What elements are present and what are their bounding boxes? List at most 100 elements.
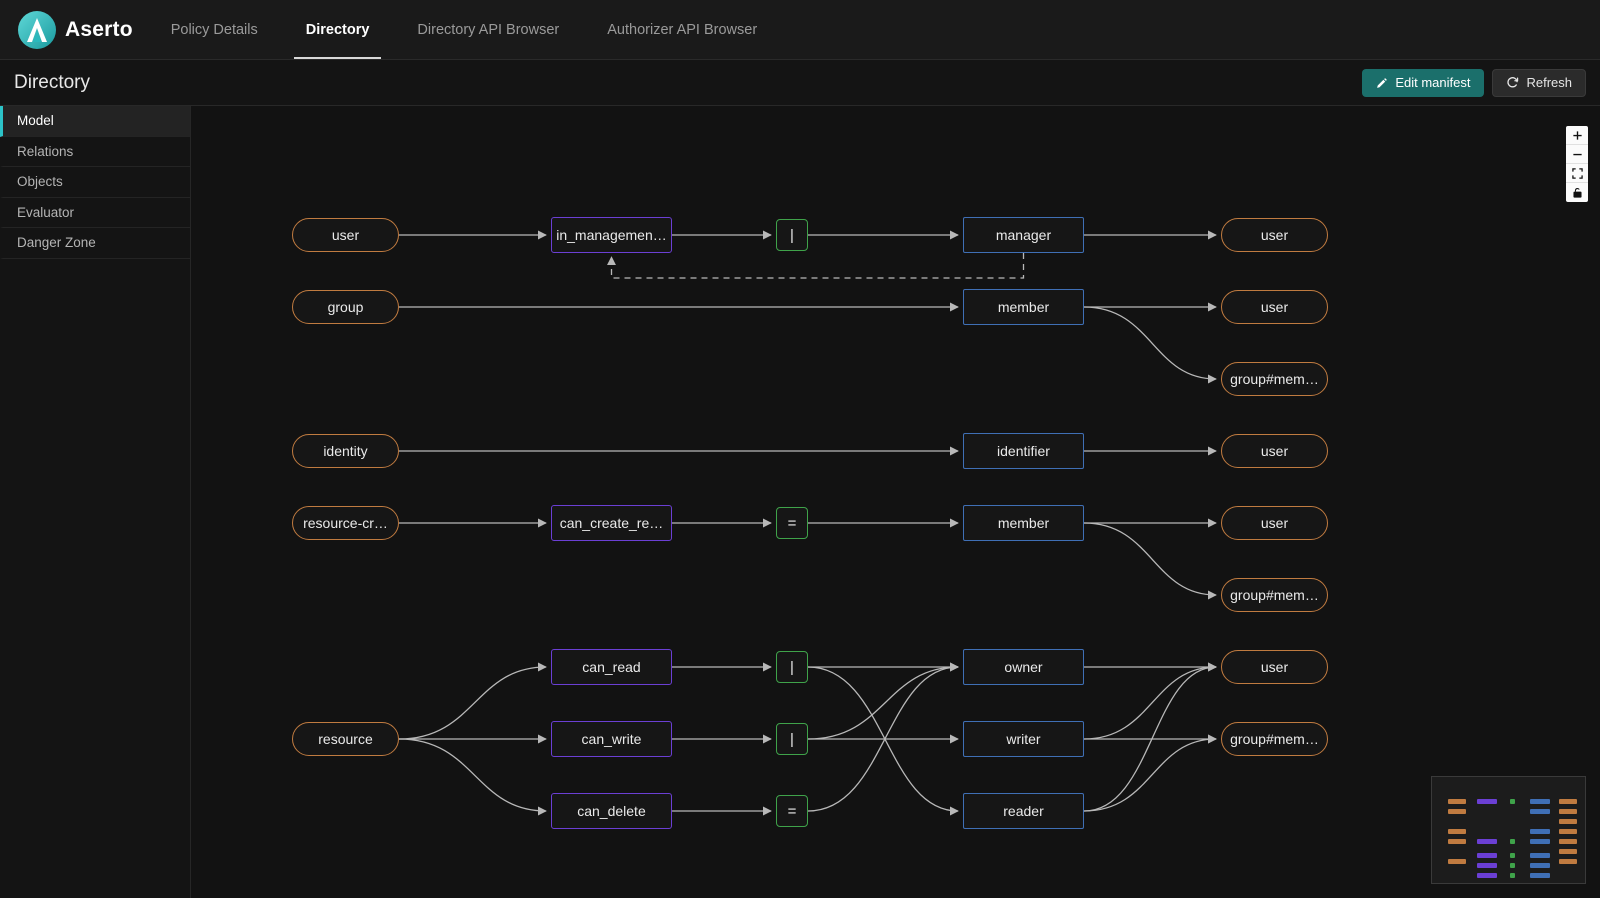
graph-node-label: in_managemen…	[556, 227, 667, 243]
sidebar-item-objects[interactable]: Objects	[0, 167, 190, 198]
graph-node-groupmem3[interactable]: group#mem…	[1221, 722, 1328, 756]
nav-item-authorizer-api-browser[interactable]: Authorizer API Browser	[583, 0, 781, 59]
graph-node-resource[interactable]: resource	[292, 722, 399, 756]
minimap-node	[1510, 853, 1515, 858]
graph-node-label: writer	[1006, 731, 1041, 747]
graph-node-reader[interactable]: reader	[963, 793, 1084, 829]
graph-node-groupmem2[interactable]: group#mem…	[1221, 578, 1328, 612]
minimap-node	[1477, 799, 1497, 804]
minimap-node	[1559, 799, 1577, 804]
minimap-node	[1530, 853, 1550, 858]
graph-node-label: reader	[1003, 803, 1044, 819]
sidebar: Model Relations Objects Evaluator Danger…	[0, 106, 191, 898]
minimap-node	[1530, 873, 1550, 878]
nav-item-directory-api-browser[interactable]: Directory API Browser	[393, 0, 583, 59]
graph-node-identifier[interactable]: identifier	[963, 433, 1084, 469]
graph-node-op4[interactable]: |	[776, 723, 808, 755]
minimap-node	[1477, 853, 1497, 858]
graph-node-label: user	[1260, 659, 1289, 675]
nav-item-policy-details[interactable]: Policy Details	[147, 0, 282, 59]
graph-node-label: group#mem…	[1230, 731, 1319, 747]
graph-node-op3[interactable]: |	[776, 651, 808, 683]
graph-node-groupmem1[interactable]: group#mem…	[1221, 362, 1328, 396]
graph-edge	[398, 662, 547, 740]
minimap-node	[1510, 839, 1515, 844]
nav-item-directory[interactable]: Directory	[282, 0, 394, 59]
edit-manifest-button[interactable]: Edit manifest	[1362, 68, 1485, 97]
graph-node-can_write[interactable]: can_write	[551, 721, 672, 757]
graph-node-op2[interactable]: =	[776, 507, 808, 539]
graph-node-can_create[interactable]: can_create_re…	[551, 505, 672, 541]
refresh-button[interactable]: Refresh	[1492, 68, 1586, 97]
graph-node-label: user	[1260, 443, 1289, 459]
graph-node-op1[interactable]: |	[776, 219, 808, 251]
sidebar-item-evaluator[interactable]: Evaluator	[0, 198, 190, 228]
minimap-node	[1559, 819, 1577, 824]
graph-node-user5[interactable]: user	[1221, 506, 1328, 540]
graph-canvas[interactable]: user in_managemen… | manager user group member…	[191, 106, 1600, 898]
minimap-node	[1530, 863, 1550, 868]
nav-items: Policy Details Directory Directory API B…	[147, 0, 781, 59]
minimap-node	[1510, 799, 1515, 804]
graph-node-label: resource	[318, 731, 373, 747]
graph-node-member2[interactable]: member	[963, 505, 1084, 541]
lock-button[interactable]	[1566, 183, 1588, 202]
graph-node-can_read[interactable]: can_read	[551, 649, 672, 685]
top-navigation-bar: Aserto Policy Details Directory Director…	[0, 0, 1600, 60]
minimap-node	[1559, 809, 1577, 814]
graph-node-label: |	[790, 658, 794, 676]
graph-minimap[interactable]	[1431, 776, 1586, 884]
fit-view-button[interactable]	[1566, 164, 1588, 183]
graph-node-user6[interactable]: user	[1221, 650, 1328, 684]
minimap-node	[1477, 839, 1497, 844]
graph-node-in_management[interactable]: in_managemen…	[551, 217, 672, 253]
graph-node-label: group#mem…	[1230, 371, 1319, 387]
minimap-node	[1510, 873, 1515, 878]
minimap-node	[1448, 829, 1466, 834]
graph-node-label: |	[790, 226, 794, 244]
minimap-node	[1510, 863, 1515, 868]
graph-node-user4[interactable]: user	[1221, 434, 1328, 468]
sidebar-item-model[interactable]: Model	[0, 106, 190, 137]
graph-node-user1[interactable]: user	[292, 218, 399, 252]
minimap-node	[1559, 849, 1577, 854]
graph-node-label: =	[787, 514, 797, 532]
sidebar-item-danger-zone[interactable]: Danger Zone	[0, 228, 190, 259]
graph-node-writer[interactable]: writer	[963, 721, 1084, 757]
graph-node-member1[interactable]: member	[963, 289, 1084, 325]
graph-edges	[398, 230, 1217, 816]
graph-node-manager[interactable]: manager	[963, 217, 1084, 253]
graph-edge	[1083, 522, 1217, 600]
graph-node-label: member	[997, 299, 1050, 315]
zoom-in-button[interactable]	[1566, 126, 1588, 145]
graph-node-resourcecr[interactable]: resource-cr…	[292, 506, 399, 540]
graph-node-op5[interactable]: =	[776, 795, 808, 827]
minimap-node	[1448, 799, 1466, 804]
zoom-out-button[interactable]	[1566, 145, 1588, 164]
graph-node-identity[interactable]: identity	[292, 434, 399, 468]
minimap-node	[1530, 829, 1550, 834]
refresh-icon	[1506, 76, 1519, 89]
sidebar-item-relations[interactable]: Relations	[0, 137, 190, 167]
graph-node-group[interactable]: group	[292, 290, 399, 324]
brand-name: Aserto	[65, 17, 133, 41]
graph-node-can_delete[interactable]: can_delete	[551, 793, 672, 829]
graph-node-user2[interactable]: user	[1221, 218, 1328, 252]
graph-edge	[1083, 306, 1217, 384]
page-title: Directory	[14, 71, 91, 93]
graph-node-label: identifier	[997, 443, 1050, 459]
graph-edge	[1083, 734, 1217, 812]
minimap-node	[1530, 799, 1550, 804]
refresh-label: Refresh	[1526, 75, 1572, 90]
minimap-node	[1448, 839, 1466, 844]
edit-manifest-label: Edit manifest	[1395, 75, 1471, 90]
minimap-node	[1530, 809, 1550, 814]
graph-edge	[1083, 662, 1217, 740]
graph-node-user3[interactable]: user	[1221, 290, 1328, 324]
pencil-icon	[1376, 77, 1388, 89]
graph-node-label: identity	[323, 443, 368, 459]
graph-node-label: user	[1260, 515, 1289, 531]
brand[interactable]: Aserto	[0, 10, 147, 49]
graph-node-label: member	[997, 515, 1050, 531]
graph-node-owner[interactable]: owner	[963, 649, 1084, 685]
